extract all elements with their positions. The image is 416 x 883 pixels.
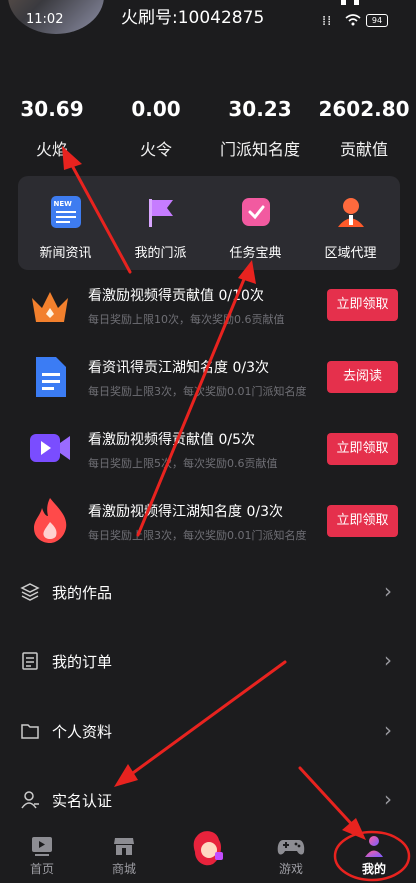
quick-item-label: 区域代理 <box>324 246 377 261</box>
nav-mine[interactable]: 我的 <box>344 834 404 877</box>
home-tv-icon <box>32 837 52 856</box>
news-icon: NEW <box>50 196 81 228</box>
nav-games[interactable]: 游戏 <box>261 834 321 877</box>
stat-label: 门派知名度 <box>219 140 300 159</box>
signal-icon: ⁞⁞ <box>322 14 333 29</box>
menu-item-label: 个人资料 <box>52 723 113 741</box>
qr-code-icon[interactable] <box>340 0 362 6</box>
stat-flame[interactable]: 30.69 火焰 <box>0 97 104 160</box>
document-icon <box>36 357 66 397</box>
task-subtitle: 每日奖励上限5次，每次奖励0.6贡献值 <box>88 457 278 470</box>
layers-icon <box>20 583 40 601</box>
quick-item-label: 新闻资讯 <box>39 246 92 261</box>
task-item: 看激励视频得贡献值 0/5次 每日奖励上限5次，每次奖励0.6贡献值 立即领取 <box>0 422 416 494</box>
quick-item-news[interactable]: NEW 新闻资讯 <box>18 196 113 261</box>
task-item: 看激励视频得江湖知名度 0/3次 每日奖励上限3次，每次奖励0.01门派知名度 … <box>0 494 416 566</box>
menu-item-real-name-verify[interactable]: 实名认证 › <box>0 775 416 825</box>
task-title: 看激励视频得江湖知名度 0/3次 <box>88 504 283 520</box>
quick-item-label: 任务宝典 <box>229 246 282 261</box>
nav-home[interactable]: 首页 <box>12 834 72 877</box>
quick-item-task-book[interactable]: 任务宝典 <box>208 196 303 261</box>
menu-item-my-works[interactable]: 我的作品 › <box>0 567 416 617</box>
chevron-right-icon: › <box>384 787 392 811</box>
quick-item-label: 我的门派 <box>134 246 187 261</box>
claim-button[interactable]: 立即领取 <box>327 289 398 321</box>
task-item: 看资讯得贡江湖知名度 0/3次 每日奖励上限3次，每次奖励0.01门派知名度 去… <box>0 350 416 422</box>
nav-center[interactable] <box>178 828 238 870</box>
battery-indicator: 94 <box>366 14 388 27</box>
stat-label: 贡献值 <box>339 140 388 159</box>
nav-label: 首页 <box>29 862 54 876</box>
stat-label: 火焰 <box>35 140 68 159</box>
crown-icon <box>32 292 68 322</box>
stat-contribution[interactable]: 2602.80 贡献值 <box>312 97 416 160</box>
read-button[interactable]: 去阅读 <box>327 361 398 393</box>
task-title: 看激励视频得贡献值 0/5次 <box>88 432 255 448</box>
agent-icon <box>337 198 364 227</box>
center-mascot-icon <box>193 831 223 866</box>
stat-fire-token[interactable]: 0.00 火令 <box>104 97 208 160</box>
stat-value: 30.23 <box>228 97 292 121</box>
task-item: 看激励视频得贡献值 0/10次 每日奖励上限10次，每次奖励0.6贡献值 立即领… <box>0 278 416 350</box>
menu-item-profile-info[interactable]: 个人资料 › <box>0 706 416 756</box>
task-title: 看激励视频得贡献值 0/10次 <box>88 288 264 304</box>
menu-item-label: 实名认证 <box>52 792 113 810</box>
news-badge: NEW <box>53 200 72 208</box>
nav-label: 我的 <box>361 862 386 876</box>
claim-button[interactable]: 立即领取 <box>327 505 398 537</box>
menu-item-label: 我的订单 <box>52 653 113 671</box>
user-id-label: 火刷号:10042875 <box>121 8 265 28</box>
flag-icon <box>148 199 173 227</box>
flame-icon <box>34 498 67 543</box>
wifi-icon <box>345 14 361 26</box>
bottom-nav: 首页 商城 游戏 我的 <box>0 828 416 883</box>
gamepad-icon <box>277 840 305 855</box>
menu-item-my-orders[interactable]: 我的订单 › <box>0 636 416 686</box>
nav-shop[interactable]: 商城 <box>94 834 154 877</box>
task-subtitle: 每日奖励上限3次，每次奖励0.01门派知名度 <box>88 529 307 542</box>
status-time: 11:02 <box>26 12 64 27</box>
stat-value: 2602.80 <box>318 97 410 121</box>
stat-value: 30.69 <box>20 97 84 121</box>
task-subtitle: 每日奖励上限3次，每次奖励0.01门派知名度 <box>88 385 307 398</box>
folder-icon <box>21 724 39 739</box>
quick-item-regional-agent[interactable]: 区域代理 <box>303 196 398 261</box>
task-subtitle: 每日奖励上限10次，每次奖励0.6贡献值 <box>88 313 285 326</box>
user-verify-icon <box>21 791 39 809</box>
stat-label: 火令 <box>139 140 172 159</box>
menu-item-label: 我的作品 <box>52 584 113 602</box>
quick-item-my-sect[interactable]: 我的门派 <box>113 196 208 261</box>
task-check-icon <box>241 198 270 226</box>
claim-button[interactable]: 立即领取 <box>327 433 398 465</box>
stat-value: 0.00 <box>131 97 181 121</box>
chevron-right-icon: › <box>384 648 392 672</box>
profile-icon <box>365 836 383 857</box>
nav-label: 商城 <box>111 862 136 876</box>
shop-icon <box>114 838 134 855</box>
nav-label: 游戏 <box>278 862 303 876</box>
task-title: 看资讯得贡江湖知名度 0/3次 <box>88 360 269 376</box>
video-icon <box>30 434 70 462</box>
chevron-right-icon: › <box>384 718 392 742</box>
order-icon <box>22 652 38 670</box>
chevron-right-icon: › <box>384 579 392 603</box>
stat-sect-fame[interactable]: 30.23 门派知名度 <box>208 97 312 160</box>
